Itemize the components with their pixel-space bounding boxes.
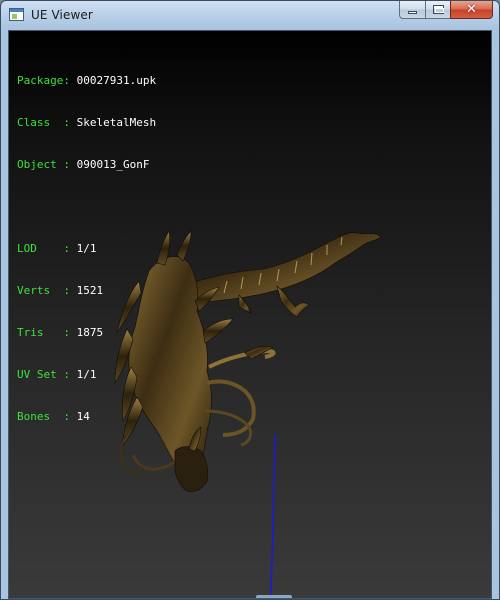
caption-buttons: ✕: [399, 1, 493, 20]
lod-value: 1/1: [76, 242, 97, 255]
minimize-button[interactable]: [399, 1, 425, 19]
info-row-tris: Tris : 1875: [17, 326, 104, 339]
package-value: 00027931.upk: [76, 74, 157, 87]
mesh-whisker-2: [206, 379, 256, 437]
mesh-spine-6: [176, 230, 192, 262]
info-row-package: Package: 00027931.upk: [17, 74, 157, 87]
title-bar[interactable]: UE Viewer ✕: [1, 1, 499, 30]
info-row-object: Object : 090013_GonF: [17, 158, 150, 171]
app-window: UE Viewer ✕ Package: 00027931.upk Class …: [0, 0, 500, 600]
maximize-button[interactable]: [425, 1, 450, 19]
info-row-uvset: UV Set : 1/1: [17, 368, 97, 381]
info-row-lod: LOD : 1/1: [17, 242, 97, 255]
window-title: UE Viewer: [31, 8, 93, 22]
mesh-hind-leg: [276, 285, 310, 318]
app-window-icon[interactable]: [9, 8, 24, 21]
object-value: 090013_GonF: [76, 158, 150, 171]
info-row-class: Class : SkeletalMesh: [17, 116, 157, 129]
close-button[interactable]: ✕: [450, 1, 493, 19]
tris-value: 1875: [76, 326, 104, 339]
mesh-head: [174, 446, 209, 492]
mesh-spine-8: [202, 318, 234, 344]
mesh-hind-leg-2: [238, 294, 252, 314]
mesh-info-overlay: Package: 00027931.upk Class : SkeletalMe…: [17, 46, 156, 452]
uvset-value: 1/1: [76, 368, 97, 381]
mesh-whisker-1: [208, 348, 276, 369]
resize-grip[interactable]: [256, 595, 292, 598]
axis-line: [269, 434, 276, 598]
maximize-icon: [433, 5, 444, 14]
viewer-canvas[interactable]: Package: 00027931.upk Class : SkeletalMe…: [8, 30, 492, 599]
info-row-bones: Bones : 14: [17, 410, 90, 423]
minimize-icon: [408, 11, 417, 14]
verts-value: 1521: [76, 284, 104, 297]
class-value: SkeletalMesh: [76, 116, 157, 129]
close-icon: ✕: [466, 2, 477, 17]
info-row-verts: Verts : 1521: [17, 284, 104, 297]
bones-value: 14: [76, 410, 90, 423]
